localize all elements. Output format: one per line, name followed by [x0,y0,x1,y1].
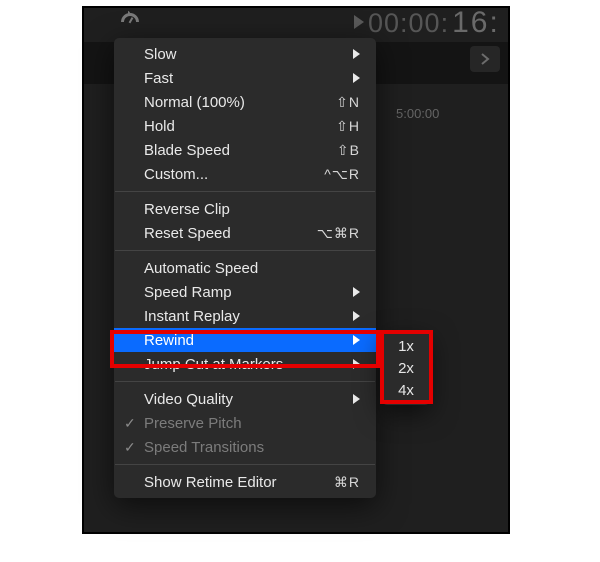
menu-speed-transitions[interactable]: ✓ Speed Transitions [114,435,376,459]
menu-shortcut: ⇧H [336,118,360,135]
menu-video-quality[interactable]: Video Quality [114,387,376,411]
menu-item-label: Fast [144,70,347,87]
menu-item-label: Speed Transitions [144,439,360,456]
menu-jump-cut-at-markers[interactable]: Jump Cut at Markers [114,352,376,376]
menu-hold[interactable]: Hold ⇧H [114,114,376,138]
checkmark-icon: ✓ [124,415,136,432]
submenu-item-label: 4x [398,382,414,399]
menu-shortcut: ⌘R [334,474,360,491]
menu-item-label: Show Retime Editor [144,474,334,491]
menu-separator [115,191,375,192]
menu-item-label: Speed Ramp [144,284,347,301]
menu-item-label: Rewind [144,332,347,349]
submenu-arrow-icon [353,394,360,404]
menu-item-label: Video Quality [144,391,347,408]
menu-slow[interactable]: Slow [114,42,376,66]
menu-separator [115,464,375,465]
retime-gauge-icon[interactable] [118,10,142,33]
menu-preserve-pitch[interactable]: ✓ Preserve Pitch [114,411,376,435]
menu-separator [115,381,375,382]
submenu-item-label: 2x [398,360,414,377]
menu-shortcut: ⇧B [337,142,360,159]
menu-item-label: Reset Speed [144,225,317,242]
timecode-large: 16: [452,6,500,39]
play-icon [354,15,364,29]
menu-item-label: Instant Replay [144,308,347,325]
chevron-right-icon [480,53,490,65]
retime-context-menu: Slow Fast Normal (100%) ⇧N Hold ⇧H Blade… [114,38,376,498]
menu-item-label: Automatic Speed [144,260,360,277]
menu-custom[interactable]: Custom... ^⌥R [114,162,376,186]
menu-shortcut: ⇧N [336,94,360,111]
menu-speed-ramp[interactable]: Speed Ramp [114,280,376,304]
submenu-4x[interactable]: 4x [382,379,430,401]
submenu-arrow-icon [353,49,360,59]
submenu-arrow-icon [353,335,360,345]
menu-item-label: Slow [144,46,347,63]
menu-item-label: Hold [144,118,336,135]
submenu-arrow-icon [353,359,360,369]
timecode-small: 00:00: [368,8,449,38]
checkmark-icon: ✓ [124,439,136,456]
submenu-2x[interactable]: 2x [382,357,430,379]
menu-normal[interactable]: Normal (100%) ⇧N [114,90,376,114]
rewind-submenu: 1x 2x 4x [382,331,430,405]
menu-separator [115,250,375,251]
menu-automatic-speed[interactable]: Automatic Speed [114,256,376,280]
submenu-arrow-icon [353,73,360,83]
menu-shortcut: ⌥⌘R [317,225,360,242]
menu-show-retime-editor[interactable]: Show Retime Editor ⌘R [114,470,376,494]
menu-blade-speed[interactable]: Blade Speed ⇧B [114,138,376,162]
menu-reset-speed[interactable]: Reset Speed ⌥⌘R [114,221,376,245]
menu-item-label: Preserve Pitch [144,415,360,432]
menu-item-label: Custom... [144,166,324,183]
menu-item-label: Jump Cut at Markers [144,356,347,373]
submenu-arrow-icon [353,311,360,321]
submenu-item-label: 1x [398,338,414,355]
menu-fast[interactable]: Fast [114,66,376,90]
menu-reverse-clip[interactable]: Reverse Clip [114,197,376,221]
submenu-arrow-icon [353,287,360,297]
menu-item-label: Reverse Clip [144,201,360,218]
menu-item-label: Normal (100%) [144,94,336,111]
timecode-display: 00:00:16: [368,6,500,40]
menu-item-label: Blade Speed [144,142,337,159]
menu-shortcut: ^⌥R [324,166,360,183]
panel-chevron-button[interactable] [470,46,500,72]
menu-instant-replay[interactable]: Instant Replay [114,304,376,328]
duration-label: 5:00:00 [396,106,439,121]
submenu-1x[interactable]: 1x [382,335,430,357]
menu-rewind[interactable]: Rewind [114,328,376,352]
editor-window: 00:00:16: 5:00:00 Slow Fast Normal (100%… [82,6,510,534]
